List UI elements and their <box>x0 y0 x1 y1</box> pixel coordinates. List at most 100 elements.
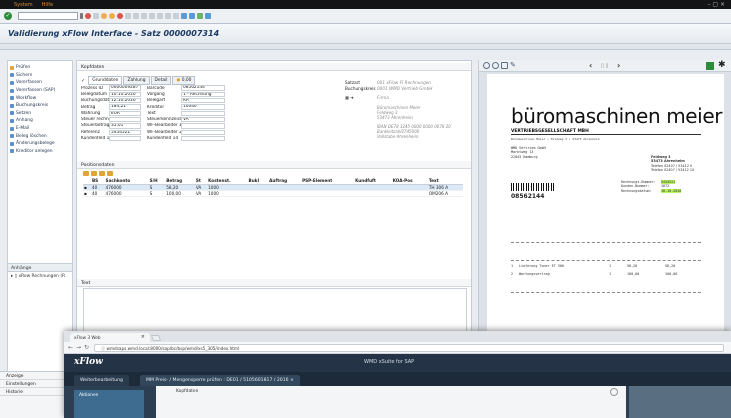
first-page-icon[interactable] <box>149 13 155 19</box>
sidebar-item-label: Kreditor anlegen <box>16 148 53 154</box>
vendor-icons[interactable]: ▦ ➜ <box>345 95 377 100</box>
actions-panel[interactable]: Aktionen <box>74 390 144 418</box>
invoice-lines: 1 Lieferung Toner ET 300 1 58,20 58,20 2 Wartu… <box>511 264 701 281</box>
sidebar-item[interactable]: Vorerfassen <box>10 79 70 87</box>
button-einstellungen[interactable]: Einstellungen <box>0 380 64 388</box>
tab-amount[interactable]: ● 0,00 <box>172 76 196 85</box>
field-input[interactable] <box>181 135 225 142</box>
field-input[interactable] <box>181 123 225 129</box>
add-row-icon[interactable] <box>91 171 97 176</box>
sidebar-item[interactable]: Änderungsbelege <box>10 140 70 148</box>
sidebar-item[interactable]: Workflow <box>10 94 70 102</box>
print-icon[interactable] <box>125 13 131 19</box>
save-icon[interactable] <box>93 13 99 19</box>
sidebar-item[interactable]: Sichern <box>10 72 70 80</box>
stop-icon[interactable] <box>117 13 123 19</box>
tab-weiterbearbeitung[interactable]: Weiterbearbeitung <box>74 375 129 386</box>
new-session-icon[interactable] <box>181 13 187 19</box>
status-green-icon <box>706 62 714 70</box>
tab-grunddaten[interactable]: Grunddaten <box>88 76 123 85</box>
dropdown-icon[interactable] <box>80 13 83 19</box>
pen-icon[interactable]: ✎ <box>510 61 516 69</box>
copy-row-icon[interactable] <box>107 171 113 176</box>
forward-icon[interactable]: → <box>76 344 81 351</box>
invoice-recipient: WMD Vertrieb GmbH Marktweg 13 22043 Hamb… <box>511 146 546 159</box>
menu-help[interactable]: Hilfe <box>42 2 53 8</box>
field-input[interactable]: 10.10.2016 <box>109 91 141 98</box>
find-next-icon[interactable] <box>141 13 147 19</box>
back-icon[interactable] <box>101 13 107 19</box>
browser-tab[interactable]: xFlow 3 Web × <box>70 333 150 342</box>
tab-zahlung[interactable]: Zahlung <box>123 76 150 85</box>
sidebar-item[interactable]: Buchungskreis <box>10 102 70 110</box>
last-page-icon[interactable] <box>173 13 179 19</box>
edit-icon[interactable] <box>83 171 89 176</box>
sidebar-item[interactable]: E-Mail <box>10 125 70 133</box>
sender-line: Telefax 02407 / 53412 10 <box>651 168 695 173</box>
shortcut-icon[interactable] <box>189 13 195 19</box>
prev-page-icon[interactable] <box>157 13 163 19</box>
field-input[interactable]: KR <box>181 98 225 104</box>
next-page-icon[interactable]: › <box>617 61 620 70</box>
cancel-icon[interactable] <box>85 13 91 19</box>
field-label: Kundenfeld 14 <box>147 136 179 142</box>
sidebar-item[interactable]: Vorerfassen (SAP) <box>10 87 70 95</box>
help-icon[interactable] <box>197 13 203 19</box>
field-input[interactable]: 5454521 <box>109 129 141 135</box>
field-input[interactable]: 08562144 <box>181 85 225 91</box>
vendor-bank-line: Vollstabe Ahrenheim <box>377 134 419 139</box>
find-icon[interactable] <box>133 13 139 19</box>
menu-system[interactable]: System <box>14 2 33 8</box>
back-icon[interactable]: ← <box>68 344 73 351</box>
field-input[interactable]: 1 - Rechnung <box>181 91 225 98</box>
xflow-tabs: Weiterbearbeitung MM Preis- / Mengensper… <box>64 372 731 386</box>
info-value: 001 xFlow FI Rechnungen <box>377 79 431 85</box>
sidebar-item[interactable]: Prüfen <box>10 64 70 72</box>
text-header: Text <box>77 279 471 287</box>
field-input[interactable]: 35,01 <box>109 123 141 129</box>
field-input[interactable]: 12.10.2016 <box>109 98 141 104</box>
sidebar-item[interactable]: Anhang <box>10 117 70 125</box>
sidebar-item[interactable]: Beleg löschen <box>10 132 70 140</box>
field-input[interactable] <box>109 116 141 123</box>
reload-icon[interactable]: ↻ <box>84 344 89 351</box>
button-anzeige[interactable]: Anzeige <box>0 372 64 380</box>
invoice-line-text: Wartungsvertrag <box>519 272 550 277</box>
sidebar-item-label: Buchungskreis <box>16 103 49 109</box>
delete-row-icon[interactable] <box>99 171 105 176</box>
exit-icon[interactable] <box>109 13 115 19</box>
field-input[interactable]: 0000009287 <box>109 85 141 91</box>
button-historie[interactable]: Historie <box>0 388 64 396</box>
kopfdaten-header: Kopfdaten <box>77 63 471 71</box>
field-input[interactable]: VA <box>181 116 225 123</box>
field-input[interactable] <box>109 135 141 142</box>
url-input[interactable]: ⓘ wmdsaps.wmd.local:8000/sap/bc/bsp/wmd/… <box>94 344 724 352</box>
next-page-icon[interactable] <box>165 13 171 19</box>
sidebar-item[interactable]: Setzen <box>10 110 70 118</box>
close-tab-icon[interactable]: × <box>141 334 145 340</box>
new-tab-icon[interactable] <box>150 335 162 341</box>
enter-check-icon[interactable]: ✓ <box>4 12 12 20</box>
page-icon[interactable] <box>501 62 508 69</box>
row-select-icon[interactable]: ▪ <box>83 190 91 197</box>
close-tab-icon[interactable]: × <box>290 378 294 383</box>
pin-icon[interactable]: ✱ <box>718 60 726 70</box>
table-row[interactable]: ▪ 40 476000 S 100,00 VA 1000 OM206 A <box>83 190 463 197</box>
tab-detail[interactable]: Detail <box>150 76 172 85</box>
gear-icon[interactable] <box>610 388 618 396</box>
field-input[interactable]: 184,21 <box>109 104 141 110</box>
tab-preis-mengensperre[interactable]: MM Preis- / Mengensperre prüfen : DE01 /… <box>140 375 300 386</box>
attachment-item[interactable]: ▸ ▯ xRow Rechnungen (R <box>11 274 65 279</box>
invoice-address-line: Büromaschinen Meier • Feldweg 3 • 53473 … <box>511 137 600 141</box>
field-input[interactable]: 10040 <box>181 104 225 110</box>
prev-page-icon[interactable]: ‹ <box>589 61 592 70</box>
layout-icon[interactable] <box>205 13 211 19</box>
zoom-in-icon[interactable] <box>483 62 490 69</box>
field-input[interactable] <box>181 129 225 135</box>
zoom-out-icon[interactable] <box>492 62 499 69</box>
sidebar-item[interactable]: Kreditor anlegen <box>10 148 70 156</box>
field-input[interactable] <box>181 110 225 117</box>
window-controls-icon[interactable]: – ▢ × <box>707 1 725 8</box>
command-field[interactable] <box>18 12 78 20</box>
field-input[interactable]: EUR <box>109 110 141 117</box>
